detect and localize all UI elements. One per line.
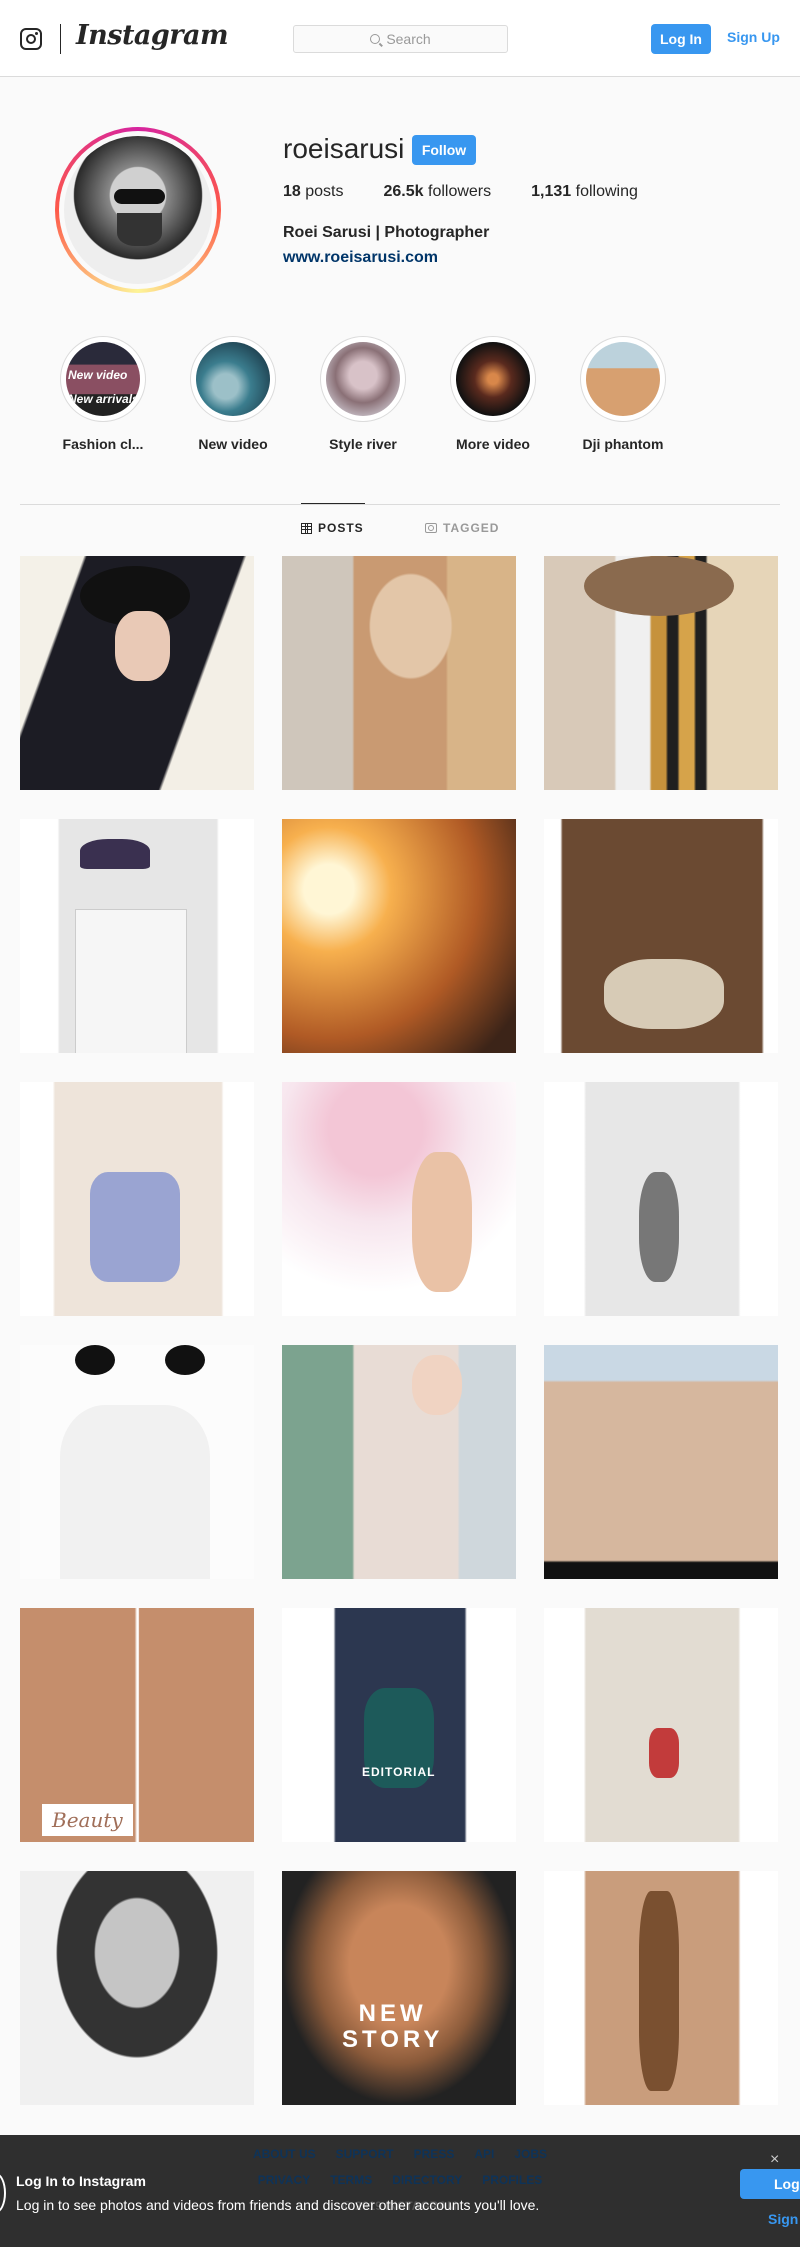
instagram-wordmark[interactable]: Instagram	[76, 20, 229, 51]
post-thumbnail[interactable]	[544, 819, 778, 1053]
search-icon	[370, 34, 381, 44]
tab-posts[interactable]: POSTS	[301, 521, 364, 535]
highlight-label: Fashion cl...	[62, 436, 144, 452]
tagged-icon	[425, 523, 437, 533]
footer-link-privacy[interactable]: PRIVACY	[258, 2173, 310, 2187]
post-thumbnail[interactable]	[20, 1345, 254, 1579]
search-input[interactable]: Search	[293, 25, 508, 53]
highlight-cover	[586, 342, 660, 416]
login-banner: ABOUT US SUPPORT PRESS API JOBS PRIVACY …	[0, 2135, 800, 2247]
highlight-label: Style river	[329, 436, 397, 452]
banner-signup-link[interactable]: Sign	[768, 2211, 798, 2227]
post-thumbnail[interactable]	[20, 556, 254, 790]
highlight-label: More video	[456, 436, 530, 452]
highlight-item[interactable]: Dji phantom	[558, 336, 688, 452]
highlight-item[interactable]: New video New arrivals Fashion cl...	[38, 336, 168, 452]
highlight-cover	[326, 342, 400, 416]
top-nav: Instagram Search Log In Sign Up	[0, 0, 800, 77]
login-button[interactable]: Log In	[651, 24, 711, 54]
post-thumbnail[interactable]	[544, 556, 778, 790]
avatar-photo	[64, 136, 212, 284]
instagram-glyph-icon[interactable]	[20, 28, 42, 50]
footer-link-support[interactable]: SUPPORT	[336, 2147, 394, 2161]
post-thumbnail[interactable]	[20, 819, 254, 1053]
banner-body: Log in to see photos and videos from fri…	[16, 2197, 540, 2213]
footer-link-jobs[interactable]: JOBS	[514, 2147, 547, 2161]
profile-avatar[interactable]	[55, 127, 221, 293]
highlight-cover	[456, 342, 530, 416]
profile-stats: 18 posts 26.5k followers 1,131 following	[283, 183, 678, 201]
profile-username: roeisarusi	[283, 133, 405, 164]
post-thumbnail[interactable]	[20, 1082, 254, 1316]
followers-stat[interactable]: 26.5k followers	[384, 183, 492, 201]
post-thumbnail[interactable]	[282, 1608, 516, 1842]
nav-divider	[60, 24, 61, 54]
footer-link-directory[interactable]: DIRECTORY	[392, 2173, 462, 2187]
post-thumbnail[interactable]	[544, 1345, 778, 1579]
post-thumbnail[interactable]	[282, 1871, 516, 2105]
post-thumbnail[interactable]	[544, 1082, 778, 1316]
tab-tagged[interactable]: TAGGED	[425, 521, 499, 535]
post-thumbnail[interactable]	[282, 556, 516, 790]
highlight-item[interactable]: Style river	[298, 336, 428, 452]
footer-link-press[interactable]: PRESS	[414, 2147, 455, 2161]
highlight-label: Dji phantom	[582, 436, 664, 452]
footer-link-profiles[interactable]: PROFILES	[482, 2173, 542, 2187]
banner-title: Log In to Instagram	[16, 2173, 146, 2189]
highlight-item[interactable]: New video	[168, 336, 298, 452]
post-thumbnail[interactable]	[282, 1082, 516, 1316]
tab-divider	[20, 504, 780, 505]
post-thumbnail[interactable]	[282, 819, 516, 1053]
posts-stat: 18 posts	[283, 183, 344, 200]
footer-link-terms[interactable]: TERMS	[330, 2173, 372, 2187]
highlight-cover	[196, 342, 270, 416]
post-thumbnail[interactable]	[20, 1608, 254, 1842]
profile-full-name: Roei Sarusi | Photographer	[283, 224, 490, 241]
profile-website-link[interactable]: www.roeisarusi.com	[283, 249, 438, 267]
following-stat[interactable]: 1,131 following	[531, 183, 638, 201]
highlight-item[interactable]: More video	[428, 336, 558, 452]
search-placeholder: Search	[386, 31, 431, 47]
post-thumbnail[interactable]	[544, 1871, 778, 2105]
tab-active-indicator	[301, 503, 365, 504]
banner-login-button[interactable]: Log	[740, 2169, 800, 2199]
close-icon[interactable]: ×	[770, 2151, 779, 2169]
post-thumbnail[interactable]	[544, 1608, 778, 1842]
footer-link-about[interactable]: ABOUT US	[253, 2147, 316, 2161]
follow-button[interactable]: Follow	[412, 135, 476, 165]
signup-link[interactable]: Sign Up	[727, 29, 780, 45]
story-highlights: New video New arrivals Fashion cl... New…	[38, 336, 688, 452]
footer-link-api[interactable]: API	[474, 2147, 494, 2161]
highlight-label: New video	[198, 436, 268, 452]
post-thumbnail[interactable]	[20, 1871, 254, 2105]
highlight-cover: New video New arrivals	[66, 342, 140, 416]
grid-icon	[301, 522, 312, 534]
posts-grid	[20, 556, 780, 2105]
post-thumbnail[interactable]	[282, 1345, 516, 1579]
